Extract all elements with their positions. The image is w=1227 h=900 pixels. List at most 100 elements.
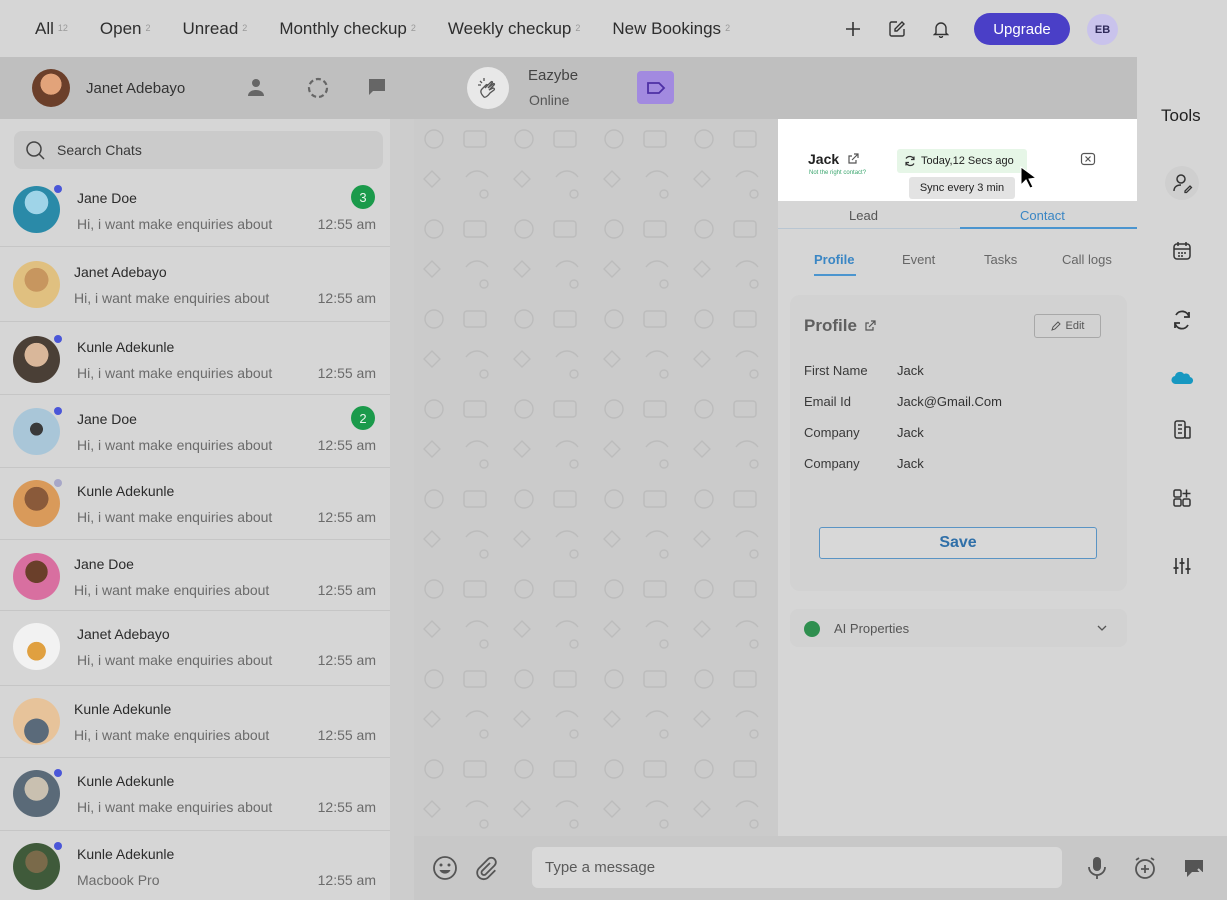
tab-unread[interactable]: Unread 2 [183,19,248,39]
tools-title: Tools [1161,106,1201,125]
scheduled-message-icon[interactable] [1132,855,1158,881]
contact-avatar [13,408,60,455]
chat-list-item[interactable]: Jane Doe Hi, i want make enquiries about 1… [0,541,390,611]
contact-avatar [13,480,60,527]
chat-list-item[interactable]: Janet Adebayo Hi, i want make enquiries a… [0,611,390,686]
chat-last-message: Hi, i want make enquiries about [77,652,273,668]
quick-reply-icon[interactable] [1181,855,1207,881]
chat-last-message: Hi, i want make enquiries about [74,582,270,598]
tab-count: 12 [57,22,68,33]
tab-lead[interactable]: Lead [849,208,878,223]
salesforce-icon[interactable] [1165,361,1199,395]
chat-list-item[interactable]: Kunle Adekunle Hi, i want make enquiries … [0,324,390,395]
ai-properties-accordion[interactable]: AI Properties [790,609,1127,647]
field-value[interactable]: Jack [897,456,924,471]
profile-title: Profile [804,316,857,335]
person-icon[interactable] [245,76,269,100]
tab-new-bookings[interactable]: New Bookings 2 [612,19,730,39]
top-bar: All 12 Open 2 Unread 2 Monthly checkup 2 Wee… [0,0,1227,57]
sync-status-text: Today,12 Secs ago [921,155,1014,167]
tab-call-logs[interactable]: Call logs [1062,252,1112,267]
field-value[interactable]: Jack [897,425,924,440]
contact-popup: Jack Not the right contact? Today,12 Sec… [778,119,1137,201]
external-link-icon[interactable] [864,320,876,332]
contact-status: Online [529,92,570,108]
online-indicator [54,769,62,777]
contact-avatar [13,843,60,890]
field-value[interactable]: Jack@Gmail.Com [897,394,1002,409]
pencil-icon [1050,321,1061,331]
message-icon[interactable] [366,76,390,100]
message-composer: Type a message [414,836,1227,900]
active-subtab-indicator [814,274,856,276]
tab-count: 2 [575,22,581,33]
external-link-icon[interactable] [847,153,859,165]
online-indicator [54,185,62,193]
chat-list-item[interactable]: Janet Adebayo Hi, i want make enquiries a… [0,249,390,322]
edit-icon[interactable] [884,16,910,42]
tab-count: 2 [410,22,416,33]
tab-contact[interactable]: Contact [1020,208,1065,223]
sync-tooltip: Sync every 3 min [909,177,1015,199]
tab-monthly-checkup[interactable]: Monthly checkup 2 [279,19,416,39]
chat-list-item[interactable]: Kunle Adekunle Hi, i want make enquiries … [0,758,390,831]
close-icon[interactable] [1080,151,1096,167]
chat-list-item[interactable]: Jane Doe Hi, i want make enquiries about 1… [0,396,390,468]
chat-last-message: Hi, i want make enquiries about [77,799,273,815]
chat-contact-name: Kunle Adekunle [74,701,172,717]
tab-event[interactable]: Event [902,252,935,267]
chat-list-item[interactable]: Kunle Adekunle Hi, i want make enquiries … [0,686,390,758]
search-chats[interactable]: Search Chats [14,131,383,169]
tab-open[interactable]: Open 2 [100,19,151,39]
emoji-icon[interactable] [432,855,458,881]
chat-contact-name: Kunle Adekunle [77,339,175,355]
edit-button[interactable]: Edit [1034,314,1101,338]
tab-weekly-checkup[interactable]: Weekly checkup 2 [448,19,580,39]
building-tool-icon[interactable] [1165,412,1199,446]
active-tab-indicator [960,227,1137,229]
bell-icon[interactable] [928,16,954,42]
chat-last-message: Hi, i want make enquiries about [77,216,273,232]
contact-avatar[interactable] [467,67,509,109]
contact-avatar [13,261,60,308]
tools-sidebar: Tools [1137,57,1227,836]
online-indicator [54,842,62,850]
chat-list-item[interactable]: Kunle Adekunle Macbook Pro 12:55 am [0,831,390,900]
chat-contact-name: Kunle Adekunle [77,773,175,789]
chat-contact-name: Kunle Adekunle [77,846,175,862]
upgrade-button[interactable]: Upgrade [974,13,1070,45]
chat-contact-name: Janet Adebayo [74,264,167,280]
contact-name: Eazybe [528,67,579,84]
sync-tool-icon[interactable] [1165,303,1199,337]
chat-last-message: Hi, i want make enquiries about [77,437,273,453]
tab-all[interactable]: All 12 [35,19,68,39]
tab-profile[interactable]: Profile [814,252,854,267]
chat-timestamp: 12:55 am [317,727,376,743]
attach-icon[interactable] [473,855,499,881]
agent-avatar[interactable] [32,69,70,107]
field-value[interactable]: Jack [897,363,924,378]
chat-contact-name: Jane Doe [74,556,134,572]
contact-panel: Jack Not the right contact? Today,12 Sec… [778,119,1137,836]
plus-icon[interactable] [840,16,866,42]
chat-list-item[interactable]: Jane Doe Hi, i want make enquiries about 1… [0,175,390,247]
profile-sub-tabs: Profile Event Tasks Call logs [778,252,1137,276]
sync-icon[interactable] [904,155,916,167]
search-input[interactable]: Search Chats [57,142,142,158]
status-ring-icon[interactable] [306,76,330,100]
chevron-down-icon[interactable] [1097,624,1107,632]
tab-tasks[interactable]: Tasks [984,252,1017,267]
label-tag-button[interactable] [637,71,674,104]
sliders-tool-icon[interactable] [1165,549,1199,583]
apps-add-tool-icon[interactable] [1165,481,1199,515]
tab-label: Weekly checkup [447,18,572,38]
microphone-icon[interactable] [1084,855,1110,881]
chat-list-item[interactable]: Kunle Adekunle Hi, i want make enquiries … [0,468,390,540]
save-button[interactable]: Save [819,527,1097,559]
contact-avatar [13,336,60,383]
user-avatar[interactable]: EB [1087,14,1118,45]
calendar-tool-icon[interactable] [1165,234,1199,268]
contact-edit-tool-icon[interactable] [1165,166,1199,200]
message-input[interactable]: Type a message [532,847,1062,888]
not-right-contact-link[interactable]: Not the right contact? [809,170,866,176]
